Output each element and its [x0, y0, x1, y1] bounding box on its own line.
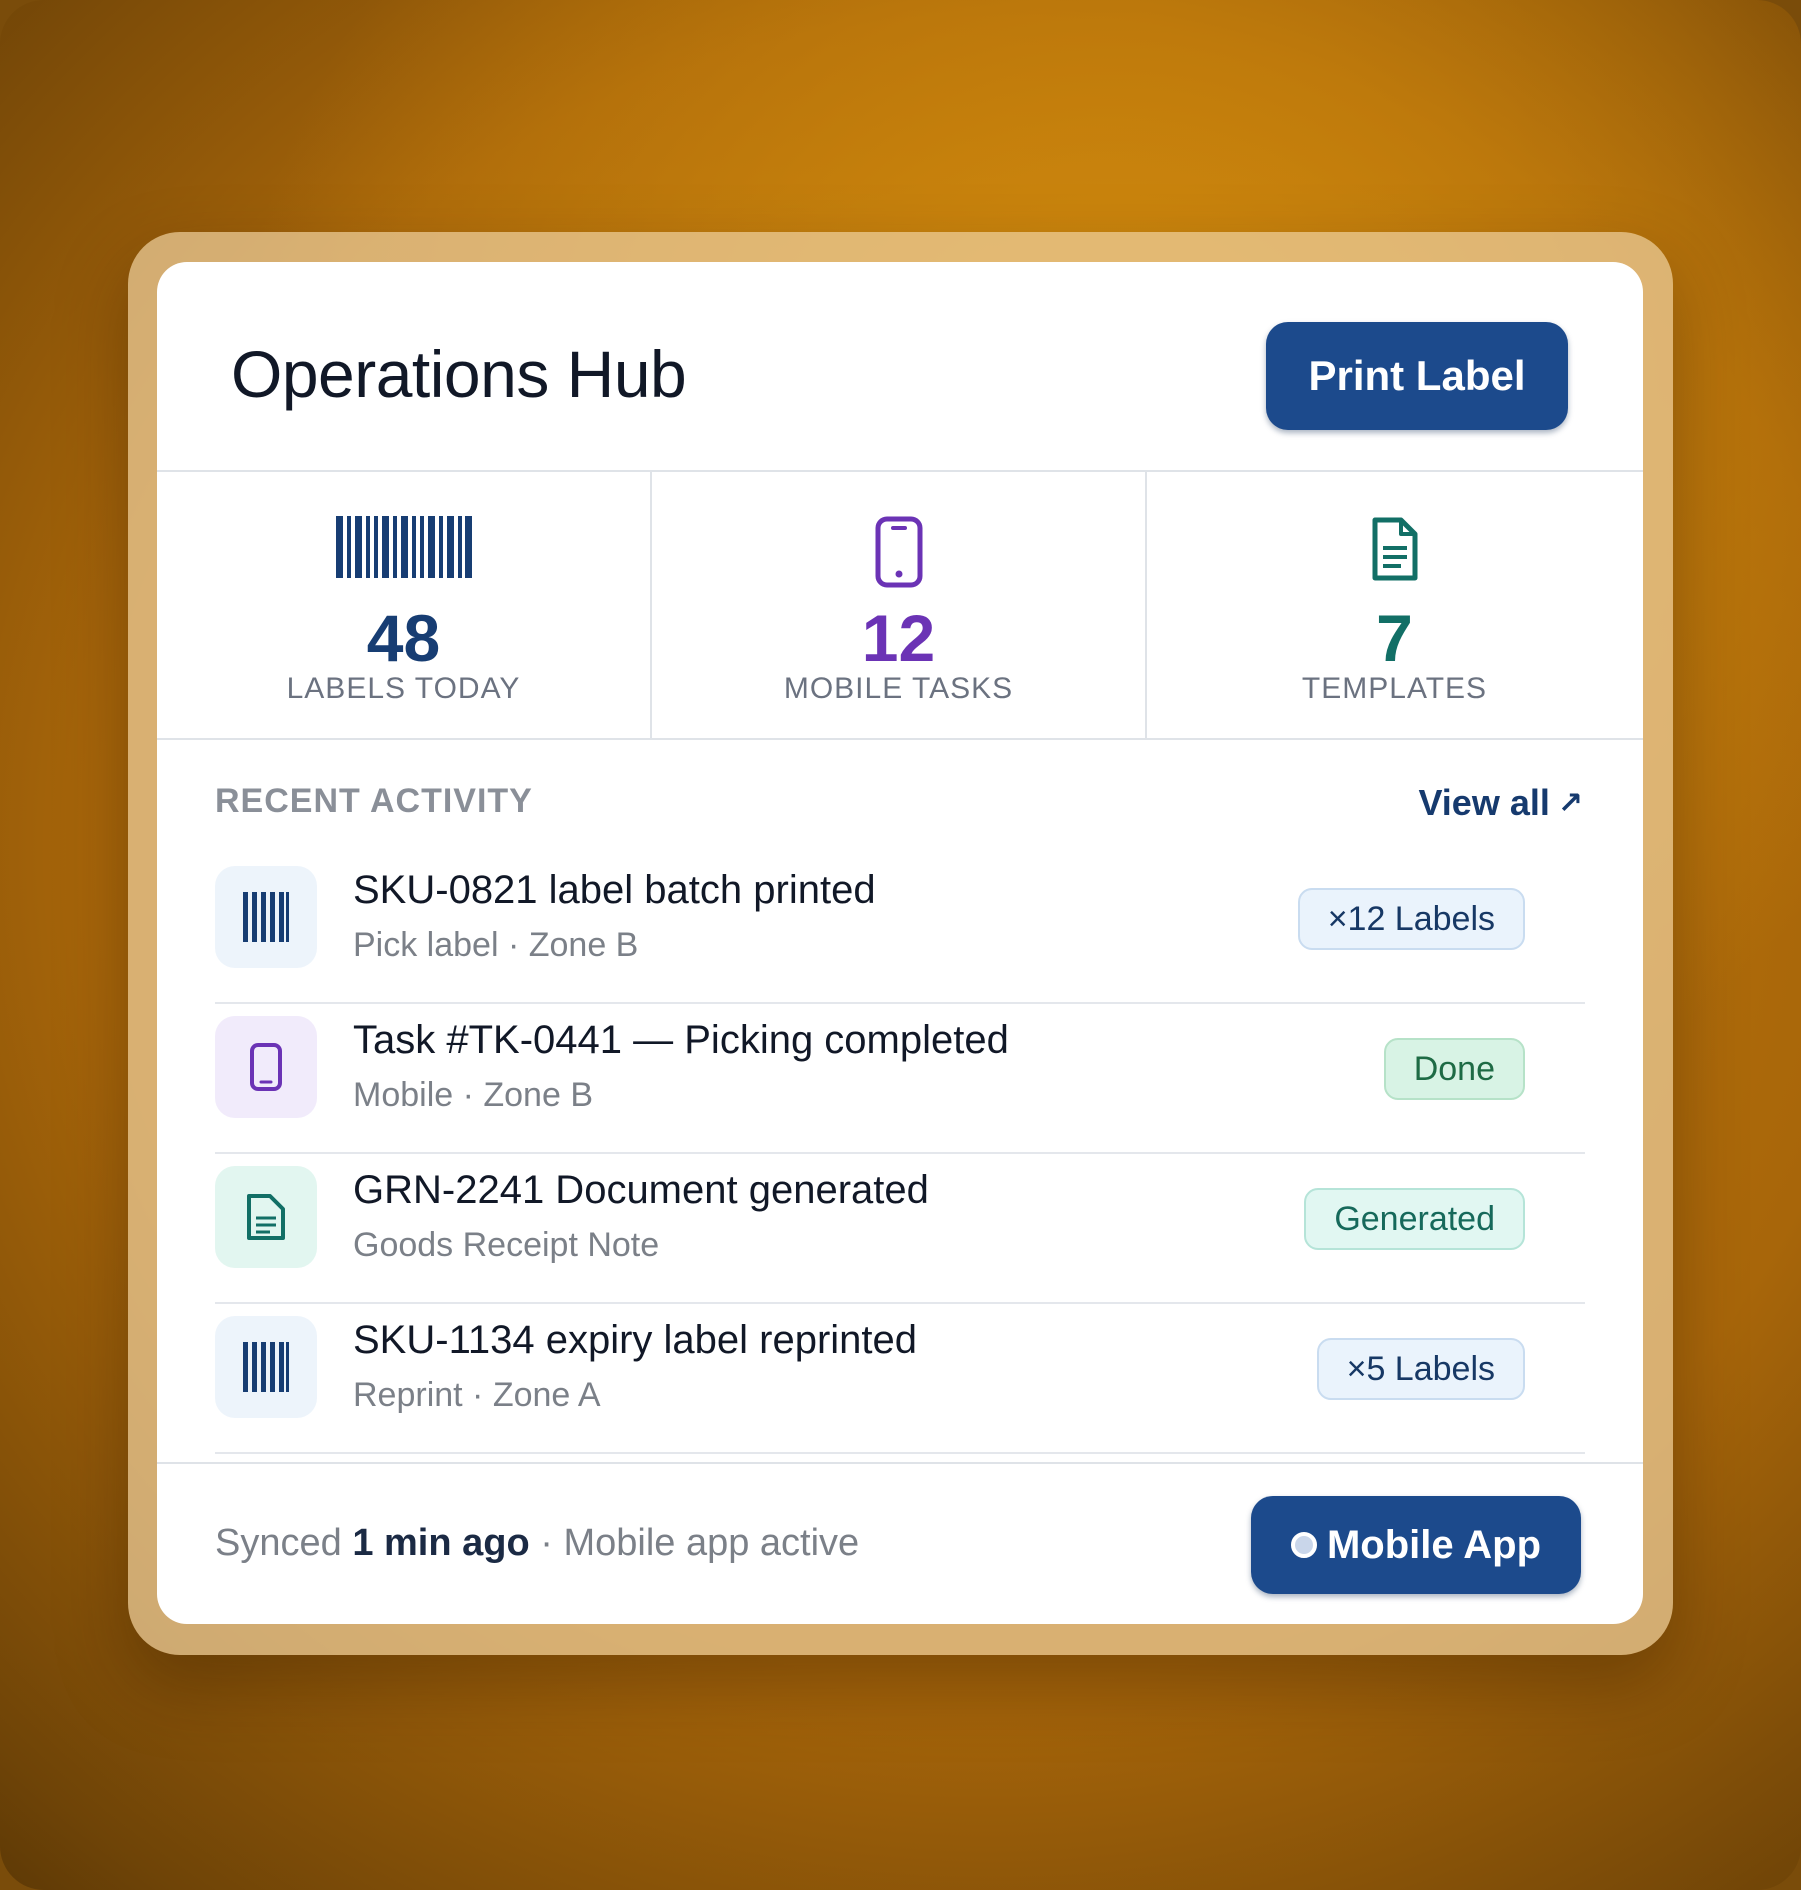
barcode-icon: [215, 1316, 317, 1418]
stat-value: 7: [1376, 601, 1413, 675]
activity-subtitle: Mobile · Zone B: [353, 1076, 593, 1114]
barcode-icon: [215, 866, 317, 968]
activity-subtitle: Pick label · Zone B: [353, 926, 639, 964]
synced-time: 1 min ago: [352, 1522, 530, 1564]
recent-activity-heading: RECENT ACTIVITY: [215, 782, 533, 820]
activity-row[interactable]: SKU-0821 label batch printed Pick label …: [215, 854, 1585, 1004]
sync-status: Synced 1 min ago · Mobile app active: [215, 1522, 859, 1565]
activity-row[interactable]: GRN-2241 Document generated Goods Receip…: [215, 1154, 1585, 1304]
activity-subtitle: Reprint · Zone A: [353, 1376, 601, 1414]
stat-label: TEMPLATES: [1301, 672, 1488, 705]
mobile-app-label: Mobile App: [1326, 1522, 1542, 1567]
mobile-phone-icon: [215, 1016, 317, 1118]
activity-title: Task #TK-0441 — Picking completed: [353, 1018, 1009, 1062]
card-header: Operations Hub Print Label: [157, 262, 1643, 472]
card-footer: Synced 1 min ago · Mobile app active Mob…: [157, 1462, 1643, 1624]
stat-value: 48: [366, 601, 441, 675]
mobile-app-button[interactable]: Mobile App: [1251, 1496, 1581, 1594]
stat-mobile-tasks: 12 MOBILE TASKS: [652, 472, 1147, 738]
status-dot-icon: [1290, 1532, 1317, 1558]
external-arrow-icon: ↗: [1557, 786, 1583, 820]
activity-row[interactable]: Task #TK-0441 — Picking completed Mobile…: [215, 1004, 1585, 1154]
status-badge: Done: [1383, 1038, 1525, 1100]
status-badge: Generated: [1304, 1188, 1525, 1250]
operations-hub-card: Operations Hub Print Label 48 LABELS TOD…: [157, 262, 1643, 1624]
stats-row: 48 LABELS TODAY 12 MOBILE TASKS 7 TEMPLA…: [157, 472, 1643, 740]
mobile-phone-icon: [875, 516, 923, 593]
stat-label: LABELS TODAY: [286, 672, 521, 705]
stat-value: 12: [861, 601, 936, 675]
stat-templates: 7 TEMPLATES: [1147, 472, 1642, 738]
view-all-link[interactable]: View all ↗: [1418, 782, 1583, 824]
activity-title: GRN-2241 Document generated: [353, 1168, 929, 1212]
activity-title: SKU-0821 label batch printed: [353, 868, 876, 912]
view-all-label: View all: [1418, 782, 1550, 823]
count-badge: ×5 Labels: [1316, 1338, 1525, 1400]
count-badge: ×12 Labels: [1297, 888, 1525, 950]
stat-labels-today: 48 LABELS TODAY: [157, 472, 652, 738]
activity-row[interactable]: SKU-1134 expiry label reprinted Reprint …: [215, 1304, 1585, 1454]
activity-list: SKU-0821 label batch printed Pick label …: [215, 854, 1585, 1454]
activity-title: SKU-1134 expiry label reprinted: [353, 1318, 918, 1362]
stat-label: MOBILE TASKS: [783, 672, 1014, 705]
activity-subtitle: Goods Receipt Note: [353, 1226, 660, 1264]
synced-prefix: Synced: [215, 1522, 342, 1564]
app-status: Mobile app active: [563, 1522, 860, 1564]
document-icon: [1371, 516, 1419, 587]
print-label-button[interactable]: Print Label: [1266, 322, 1568, 430]
separator: ·: [540, 1522, 553, 1564]
barcode-icon: [335, 516, 472, 583]
page-title: Operations Hub: [231, 337, 687, 411]
document-icon: [215, 1166, 317, 1268]
